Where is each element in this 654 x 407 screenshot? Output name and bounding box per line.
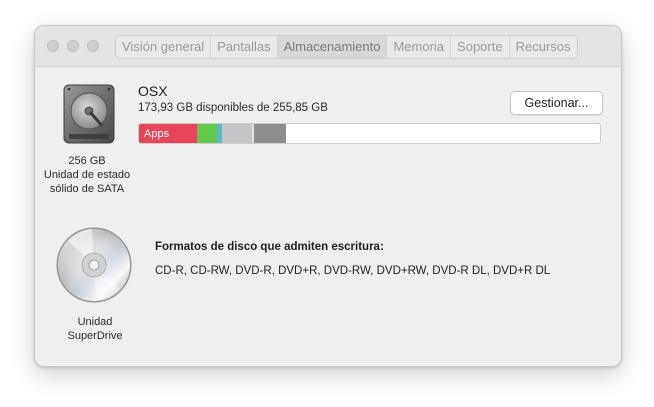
disk-type-label-1: Unidad de estado [43, 169, 131, 181]
usage-segment-1[interactable] [196, 124, 218, 143]
tab-bar: Visión general Pantallas Almacenamiento … [115, 35, 578, 59]
writable-formats-title: Formatos de disco que admiten escritura: [155, 241, 384, 253]
disk-capacity-label: 256 GB [68, 155, 106, 167]
zoom-button[interactable] [87, 40, 99, 52]
content-area: 256 GB Unidad de estado sólido de SATA O… [35, 67, 621, 366]
optical-drive-label-2: SuperDrive [67, 330, 123, 342]
usage-segment-apps[interactable]: Apps [139, 124, 197, 143]
tab-almacenamiento[interactable]: Almacenamiento [277, 36, 388, 58]
tab-recursos[interactable]: Recursos [510, 36, 577, 58]
writable-formats-list: CD-R, CD-RW, DVD-R, DVD+R, DVD-RW, DVD+R… [155, 265, 551, 277]
title-bar: Visión general Pantallas Almacenamiento … [35, 26, 621, 67]
tab-vision-general[interactable]: Visión general [116, 36, 212, 58]
cd-disc-icon [56, 227, 132, 303]
storage-usage-bar: Apps [138, 123, 601, 144]
volume-name: OSX [138, 83, 168, 99]
disk-type-label-2: sólido de SATA [49, 183, 125, 195]
optical-drive-label-1: Unidad [77, 316, 113, 328]
volume-availability: 173,93 GB disponibles de 255,85 GB [138, 102, 328, 114]
tab-pantallas[interactable]: Pantallas [211, 36, 278, 58]
usage-segment-3[interactable] [221, 124, 252, 143]
manage-button[interactable]: Gestionar... [510, 91, 603, 115]
tab-soporte[interactable]: Soporte [451, 36, 510, 58]
usage-segment-5[interactable] [254, 124, 287, 143]
storage-window: Visión general Pantallas Almacenamiento … [34, 25, 622, 367]
hard-drive-icon [61, 83, 117, 145]
minimize-button[interactable] [67, 40, 79, 52]
close-button[interactable] [47, 40, 59, 52]
usage-segment-label: Apps [144, 128, 170, 140]
tab-memoria[interactable]: Memoria [387, 36, 452, 58]
